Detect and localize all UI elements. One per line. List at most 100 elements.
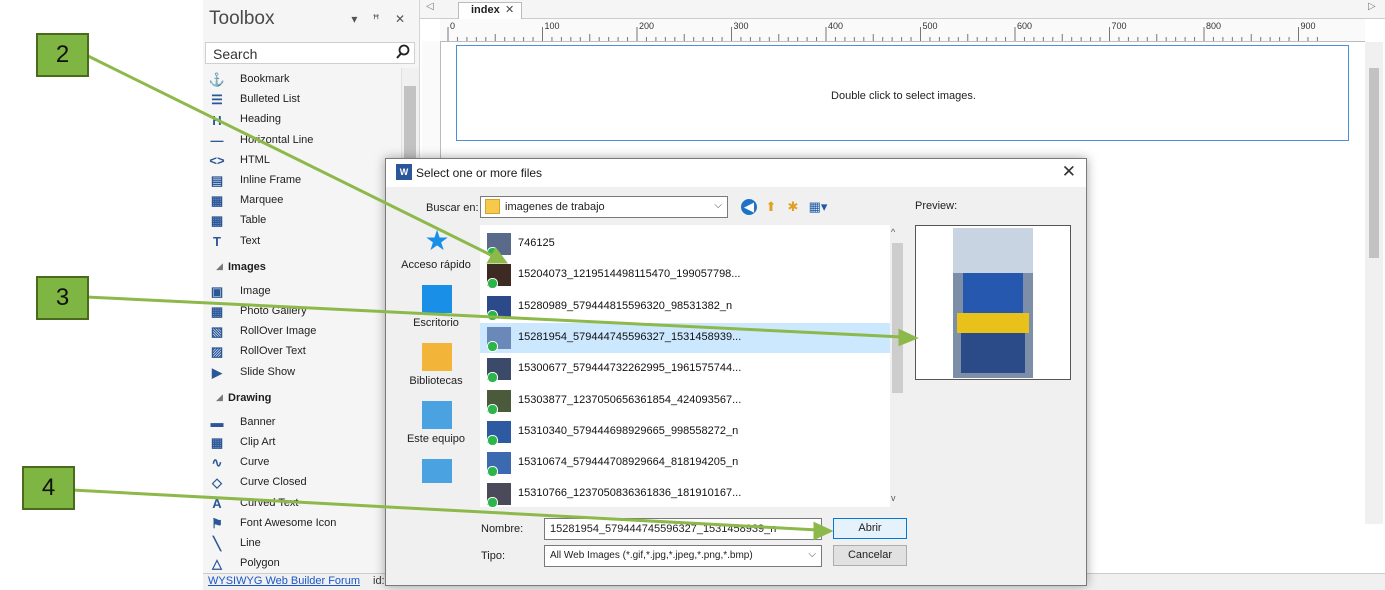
toolbox-item-slide-show[interactable]: ▶ Slide Show xyxy=(203,363,401,383)
close-icon[interactable]: ✕ xyxy=(1062,162,1076,182)
file-open-dialog: W Select one or more files ✕ Buscar en: … xyxy=(385,158,1087,586)
tab-scroll-left-icon[interactable]: ◁ xyxy=(426,1,434,12)
ruler-label: 600 xyxy=(1017,21,1032,31)
file-row[interactable]: 15204073_1219514498115470_199057798... xyxy=(480,260,890,290)
toolbox-item-label: RollOver Image xyxy=(240,325,317,338)
tab-index[interactable]: index ✕ xyxy=(458,2,522,19)
file-row[interactable]: 15280989_579444815596320_98531382_n xyxy=(480,292,890,322)
place-4[interactable]: Red xyxy=(394,459,478,483)
folder-select[interactable]: imagenes de trabajo ⌵ xyxy=(480,196,728,218)
toolbox-item-inline-frame[interactable]: ▤ Inline Frame xyxy=(203,171,401,191)
filetype-label: Tipo: xyxy=(481,550,506,562)
toolbox-item-label: RollOver Text xyxy=(240,345,306,358)
file-row[interactable]: 746125 xyxy=(480,229,890,259)
toolbox-item-clip-art[interactable]: ▦ Clip Art xyxy=(203,433,401,453)
sync-check-icon xyxy=(487,434,498,446)
toolbox-list: ⚓ Bookmark ☰ Bulleted List H Heading — Horizont… xyxy=(203,68,401,573)
place-3[interactable]: Este equipo xyxy=(394,401,478,461)
toolbox-item-bulleted-list[interactable]: ☰ Bulleted List xyxy=(203,90,401,110)
toolbox-item-label: Polygon xyxy=(240,557,280,570)
toolbox-item-banner[interactable]: ▬ Banner xyxy=(203,413,401,433)
flag-icon: ⚑ xyxy=(211,515,223,531)
sync-check-icon xyxy=(487,309,498,321)
file-name: 15310766_1237050836361836_181910167... xyxy=(518,487,742,500)
toolbox-group[interactable]: ◢ Drawing xyxy=(203,389,401,409)
filename-input[interactable]: 15281954_579444745596327_1531458939_n xyxy=(544,518,822,540)
place-0[interactable]: ★ Acceso rápido xyxy=(394,227,478,287)
cancel-button[interactable]: Cancelar xyxy=(833,545,907,566)
text-icon: T xyxy=(213,234,221,250)
look-in-label: Buscar en: xyxy=(426,202,479,214)
preview-image xyxy=(953,228,1033,378)
tab-scroll-right-icon[interactable]: ▷ xyxy=(1368,1,1376,12)
place-2[interactable]: Bibliotecas xyxy=(394,343,478,403)
toolbox-window-controls[interactable]: ▾ ꟸ ✕ xyxy=(351,12,411,26)
view-menu-icon[interactable]: ▦▾ xyxy=(807,199,829,215)
toolbox-group-label: Images xyxy=(228,260,266,273)
toolbox-item-heading[interactable]: H Heading xyxy=(203,110,401,130)
file-row[interactable]: 15310674_579444708929664_818194205_n xyxy=(480,448,890,478)
search-icon[interactable] xyxy=(395,44,411,60)
up-folder-icon[interactable]: ⬆ xyxy=(763,199,779,215)
toolbox-item-horizontal-line[interactable]: — Horizontal Line xyxy=(203,131,401,151)
annotation-2: 2 xyxy=(36,33,89,77)
dialog-titlebar: W Select one or more files ✕ xyxy=(386,159,1086,187)
toolbox-group[interactable]: ◢ Images xyxy=(203,258,401,278)
toolbox-item-text[interactable]: T Text xyxy=(203,232,401,252)
toolbox-item-curved-text[interactable]: A Curved Text xyxy=(203,494,401,514)
heading-icon: H xyxy=(212,112,222,128)
toolbox-search-input[interactable]: Search xyxy=(205,42,415,64)
toolbox-item-html[interactable]: <> HTML xyxy=(203,151,401,171)
toolbox-item-label: Bulleted List xyxy=(240,93,300,106)
new-folder-icon[interactable]: ✱ xyxy=(785,199,801,215)
file-list-scroll-thumb[interactable] xyxy=(892,243,903,393)
status-id-label: id: xyxy=(373,575,385,587)
editor-scroll-thumb[interactable] xyxy=(1369,68,1379,258)
sync-check-icon xyxy=(487,278,498,290)
toolbox-item-bookmark[interactable]: ⚓ Bookmark xyxy=(203,70,401,90)
toolbox-item-label: Horizontal Line xyxy=(240,133,314,146)
file-name: 15310674_579444708929664_818194205_n xyxy=(518,456,739,469)
toolbox-item-image[interactable]: ▣ Image xyxy=(203,282,401,302)
filetype-select[interactable]: All Web Images (*.gif,*.jpg,*.jpeg,*.png… xyxy=(544,545,822,567)
annotation-3: 3 xyxy=(36,276,89,320)
toolbox-item-curve-closed[interactable]: ◇ Curve Closed xyxy=(203,473,401,493)
ruler-label: 900 xyxy=(1301,21,1316,31)
scroll-up-icon[interactable]: ^ xyxy=(891,227,895,237)
toolbox-item-curve[interactable]: ∿ Curve xyxy=(203,453,401,473)
toolbox-item-label: Banner xyxy=(240,415,276,428)
rollover-image-icon: ▧ xyxy=(210,324,224,340)
collapse-icon[interactable]: ◢ xyxy=(216,392,223,403)
toolbox-item-marquee[interactable]: ▦ Marquee xyxy=(203,191,401,211)
file-row[interactable]: 15300677_579444732262995_1961575744... xyxy=(480,354,890,384)
collapse-icon[interactable]: ◢ xyxy=(216,261,223,272)
file-row[interactable]: 15303877_1237050656361854_424093567... xyxy=(480,386,890,416)
file-row[interactable]: 15310340_579444698929665_998558272_n xyxy=(480,417,890,447)
place-label: Bibliotecas xyxy=(409,375,463,387)
sync-check-icon xyxy=(487,466,498,478)
toolbox-title: Toolbox xyxy=(209,8,275,29)
toolbox-item-photo-gallery[interactable]: ▦ Photo Gallery xyxy=(203,302,401,322)
scroll-down-icon[interactable]: v xyxy=(891,493,896,503)
toolbox-item-rollover-image[interactable]: ▧ RollOver Image xyxy=(203,322,401,342)
preview-box xyxy=(915,225,1071,380)
toolbox-item-label: Bookmark xyxy=(240,73,290,85)
open-button[interactable]: Abrir xyxy=(833,518,907,539)
file-row[interactable]: 15310766_1237050836361836_181910167... xyxy=(480,479,890,509)
toolbox-item-table[interactable]: ▦ Table xyxy=(203,211,401,231)
toolbox-item-font-awesome-icon[interactable]: ⚑ Font Awesome Icon xyxy=(203,514,401,534)
back-icon[interactable]: ◀ xyxy=(741,199,757,215)
place-1[interactable]: Escritorio xyxy=(394,285,478,345)
toolbox-item-polygon[interactable]: △ Polygon xyxy=(203,554,401,573)
sync-check-icon xyxy=(487,247,498,258)
toolbox-item-rollover-text[interactable]: ▨ RollOver Text xyxy=(203,342,401,362)
tab-close-icon[interactable]: ✕ xyxy=(505,3,514,16)
file-row[interactable]: 15281954_579444745596327_1531458939... xyxy=(480,322,890,353)
forum-link[interactable]: WYSIWYG Web Builder Forum xyxy=(208,575,360,587)
toolbox-item-line[interactable]: ╲ Line xyxy=(203,534,401,554)
image-placeholder[interactable]: Double click to select images. xyxy=(456,45,1349,141)
desktop-icon xyxy=(422,285,452,313)
toolbox-item-label: Curve Closed xyxy=(240,476,307,489)
toolbox-group-label: Drawing xyxy=(228,391,272,404)
image-icon: ▣ xyxy=(210,283,224,299)
